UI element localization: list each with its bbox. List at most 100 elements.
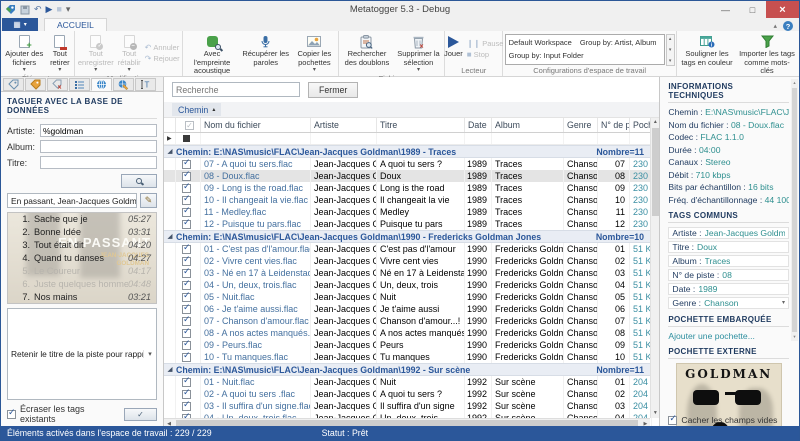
row-checkbox[interactable]: ✓ <box>182 245 191 254</box>
table-row[interactable]: ✓03 - Né en 17 à Leidenstadt.flacJean-Ja… <box>164 267 652 279</box>
tech-value[interactable]: 04:00 <box>699 145 721 155</box>
row-checkbox[interactable]: ✓ <box>182 378 191 387</box>
track-list-item[interactable]: 6.Juste quelques hommes04:48 <box>8 277 156 290</box>
remove-all-button[interactable]: Tout retirer▾ <box>46 32 73 74</box>
workspace-item[interactable]: Group by: Artist, Album <box>580 38 657 47</box>
underline-tags-button[interactable]: i Souligner les tags en couleur <box>678 32 736 76</box>
table-row[interactable]: ✓04 - Un, deux, trois.flacJean-Jacques G… <box>164 279 652 291</box>
scrollbar-thumb[interactable] <box>792 88 797 332</box>
undo-icon[interactable]: ↶ <box>34 5 42 14</box>
column-header-cover[interactable]: Pochette <box>630 118 652 132</box>
column-header-file[interactable]: Nom du fichier <box>201 118 311 132</box>
minimize-button[interactable]: — <box>712 1 739 18</box>
table-row[interactable]: ✓10 - Tu manques.flacJean-Jacques Goldma… <box>164 351 652 363</box>
app-menu-button[interactable]: ▦ ▾ <box>2 18 38 31</box>
copy-covers-button[interactable]: Copier les pochettes▾ <box>292 32 338 76</box>
row-checkbox[interactable]: ✓ <box>182 390 191 399</box>
table-row[interactable]: ✓07 - A quoi tu sers.flacJean-Jacques Go… <box>164 158 652 170</box>
table-row[interactable]: ✓03 - Il suffira d'un signe.flacJean-Jac… <box>164 400 652 412</box>
tag-field[interactable]: N° de piste :08 <box>668 269 789 281</box>
delete-selection-button[interactable]: × Supprimer la sélection▾ <box>394 32 444 74</box>
table-row[interactable]: ✓12 - Puisque tu pars.flacJean-Jacques G… <box>164 218 652 230</box>
save-icon[interactable] <box>20 5 30 15</box>
workspace-scrollbar[interactable]: ▴ ▾ ▾ <box>666 34 675 66</box>
tag-value[interactable]: Jean-Jacques Goldman <box>705 228 785 238</box>
tab-tag-remove[interactable]: × <box>47 78 68 91</box>
column-header-track[interactable]: N° de piste <box>598 118 630 132</box>
table-row[interactable]: ✓09 - Peurs.flacJean-Jacques GoldmanPeur… <box>164 339 652 351</box>
add-files-button[interactable]: + Ajouter des fichiers▾ <box>2 32 46 74</box>
track-list-item[interactable]: 4.Quand tu danses04:27 <box>8 252 156 265</box>
group-expander-icon[interactable]: ◢ <box>164 366 176 373</box>
panel-scrollbar[interactable]: ▴ ▾ <box>791 79 798 341</box>
tag-value[interactable]: Doux <box>697 242 717 252</box>
table-row[interactable]: ✓05 - Nuit.flacJean-Jacques GoldmanNuit1… <box>164 291 652 303</box>
table-row[interactable]: ✓08 - A nos actes manqués.flacJean-Jacqu… <box>164 327 652 339</box>
album-field[interactable] <box>40 140 157 153</box>
table-row[interactable]: ✓02 - A quoi tu sers .flacJean-Jacques G… <box>164 388 652 400</box>
row-checkbox[interactable]: ✓ <box>182 172 191 181</box>
row-checkbox[interactable]: ✓ <box>182 184 191 193</box>
apply-tags-button[interactable]: ✓ <box>124 408 157 421</box>
group-header-row[interactable]: ◢Chemin: E:\NAS\music\FLAC\Jean-Jacques … <box>164 145 652 158</box>
row-checkbox[interactable]: ✓ <box>182 257 191 266</box>
table-row[interactable]: ✓07 - Chanson d'amour.flacJean-Jacques G… <box>164 315 652 327</box>
row-checkbox[interactable]: ✓ <box>182 305 191 314</box>
tag-value[interactable]: Traces <box>705 256 731 266</box>
track-list-item[interactable]: 1.Sache que je05:27 <box>8 213 156 226</box>
title-field[interactable] <box>40 156 157 169</box>
tech-value[interactable]: 08 - Doux.flac <box>731 120 784 130</box>
tab-list[interactable] <box>69 78 90 91</box>
find-duplicates-button[interactable]: Rechercher des doublons <box>340 32 393 74</box>
track-list-item[interactable]: 3.Tout était dit04:20 <box>8 239 156 252</box>
album-result-select[interactable]: En passant, Jean-Jacques Goldman ▾ <box>7 193 137 208</box>
hide-empty-checkbox[interactable]: ✓ <box>668 416 677 425</box>
select-all-checkbox[interactable]: ✓ <box>185 121 194 130</box>
column-header-artist[interactable]: Artiste <box>311 118 377 132</box>
artist-field[interactable] <box>40 124 157 137</box>
row-checkbox[interactable]: ✓ <box>182 160 191 169</box>
row-checkbox[interactable]: ✓ <box>182 269 191 278</box>
tag-field[interactable]: Date :1989 <box>668 283 789 295</box>
row-checkbox[interactable]: ✓ <box>182 220 191 229</box>
tech-value[interactable]: Stereo <box>705 157 730 167</box>
row-checkbox[interactable]: ✓ <box>182 208 191 217</box>
group-expander-icon[interactable]: ◢ <box>164 233 176 240</box>
table-row[interactable]: ✓11 - Medley.flacJean-Jacques GoldmanMed… <box>164 206 652 218</box>
tech-value[interactable]: 710 kbps <box>696 170 731 180</box>
match-mode-select[interactable]: Retenir le titre de la piste pour rappro… <box>7 308 157 400</box>
close-search-button[interactable]: Fermer <box>308 82 358 98</box>
workspace-item[interactable]: Group by: Input Folder <box>509 51 584 60</box>
tab-tag-outline[interactable] <box>3 78 24 91</box>
row-checkbox[interactable]: ✓ <box>182 293 191 302</box>
help-icon[interactable]: ? <box>783 21 793 31</box>
overwrite-tags-checkbox[interactable]: ✓ <box>7 410 16 419</box>
vertical-scrollbar[interactable]: ▲ ▼ <box>650 118 659 418</box>
track-list-item[interactable]: 7.Nos mains03:21 <box>8 290 156 303</box>
tab-database-lookup[interactable] <box>91 78 112 91</box>
group-expander-icon[interactable]: ◢ <box>164 148 176 155</box>
table-row[interactable]: ✓08 - Doux.flacJean-Jacques GoldmanDoux1… <box>164 170 652 182</box>
tag-value[interactable]: 08 <box>722 270 732 280</box>
import-tags-keywords-button[interactable]: Importer les tags comme mots-clés <box>736 32 798 76</box>
maximize-button[interactable]: □ <box>739 1 766 18</box>
row-checkbox[interactable]: ✓ <box>182 196 191 205</box>
track-list-item[interactable]: 2.Bonne Idée03:31 <box>8 226 156 239</box>
column-header-date[interactable]: Date <box>465 118 492 132</box>
workspace-list[interactable]: Default Workspace Group by: Artist, Album… <box>505 34 665 65</box>
tab-accueil[interactable]: ACCUEIL <box>44 18 107 31</box>
db-search-button[interactable] <box>121 174 157 188</box>
group-header-row[interactable]: ◢Chemin: E:\NAS\music\FLAC\Jean-Jacques … <box>164 363 652 376</box>
tag-field[interactable]: Artiste :Jean-Jacques Goldman <box>668 227 789 239</box>
group-header-row[interactable]: ◢Chemin: E:\NAS\music\FLAC\Jean-Jacques … <box>164 230 652 243</box>
search-input[interactable] <box>172 82 300 97</box>
ribbon-collapse-icon[interactable]: ▴ <box>773 22 777 30</box>
table-row[interactable]: ✓06 - Je t'aime aussi.flacJean-Jacques G… <box>164 303 652 315</box>
row-checkbox[interactable]: ✓ <box>182 341 191 350</box>
workspace-item[interactable]: Default Workspace <box>509 38 572 47</box>
row-checkbox[interactable]: ✓ <box>182 402 191 411</box>
edit-album-button[interactable]: ✎ <box>140 193 157 208</box>
tech-value[interactable]: 16 bits <box>748 182 773 192</box>
tag-field[interactable]: Album :Traces <box>668 255 789 267</box>
column-header-genre[interactable]: Genre <box>564 118 598 132</box>
